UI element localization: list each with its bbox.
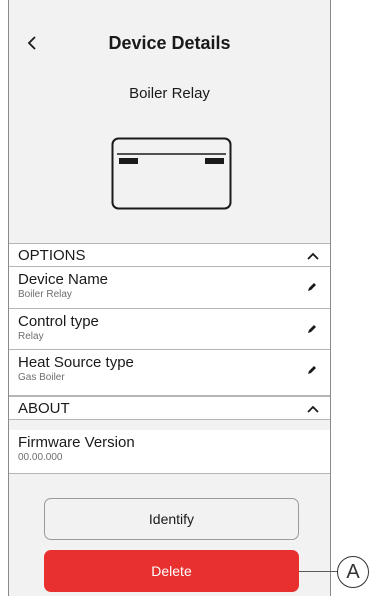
chevron-up-icon[interactable]	[305, 401, 321, 417]
device-name-label: Device Name	[18, 271, 109, 288]
chevron-up-icon[interactable]	[305, 248, 321, 264]
pencil-edit-icon[interactable]	[306, 322, 318, 334]
firmware-version-value: 00.00.000	[18, 452, 63, 463]
callout-leader-line	[299, 571, 339, 572]
relay-device-icon	[111, 137, 232, 210]
options-section-header[interactable]: OPTIONS	[9, 243, 330, 267]
identify-button[interactable]: Identify	[44, 498, 299, 540]
pencil-edit-icon[interactable]	[306, 280, 318, 292]
control-type-row[interactable]: Control type Relay	[9, 309, 330, 350]
heat-source-type-row[interactable]: Heat Source type Gas Boiler	[9, 350, 330, 396]
page-title: Device Details	[108, 33, 231, 53]
callout-marker: A	[337, 556, 369, 588]
firmware-version-label: Firmware Version	[18, 434, 135, 451]
device-name-heading: Boiler Relay	[129, 85, 210, 102]
about-section-header[interactable]: ABOUT	[9, 396, 330, 420]
control-type-label: Control type	[18, 313, 99, 330]
firmware-version-row: Firmware Version 00.00.000	[9, 430, 330, 474]
pencil-edit-icon[interactable]	[306, 363, 318, 375]
heat-source-type-label: Heat Source type	[18, 354, 134, 371]
about-section-label: ABOUT	[18, 400, 70, 417]
delete-button[interactable]: Delete	[44, 550, 299, 592]
device-name-row[interactable]: Device Name Boiler Relay	[9, 267, 330, 309]
phone-screen: Device Details Boiler Relay OPTIONS Devi…	[8, 0, 331, 596]
header: Device Details	[9, 0, 330, 86]
control-type-value: Relay	[18, 331, 44, 342]
options-section-label: OPTIONS	[18, 247, 86, 264]
device-name-value: Boiler Relay	[18, 289, 72, 300]
heat-source-type-value: Gas Boiler	[18, 372, 65, 383]
